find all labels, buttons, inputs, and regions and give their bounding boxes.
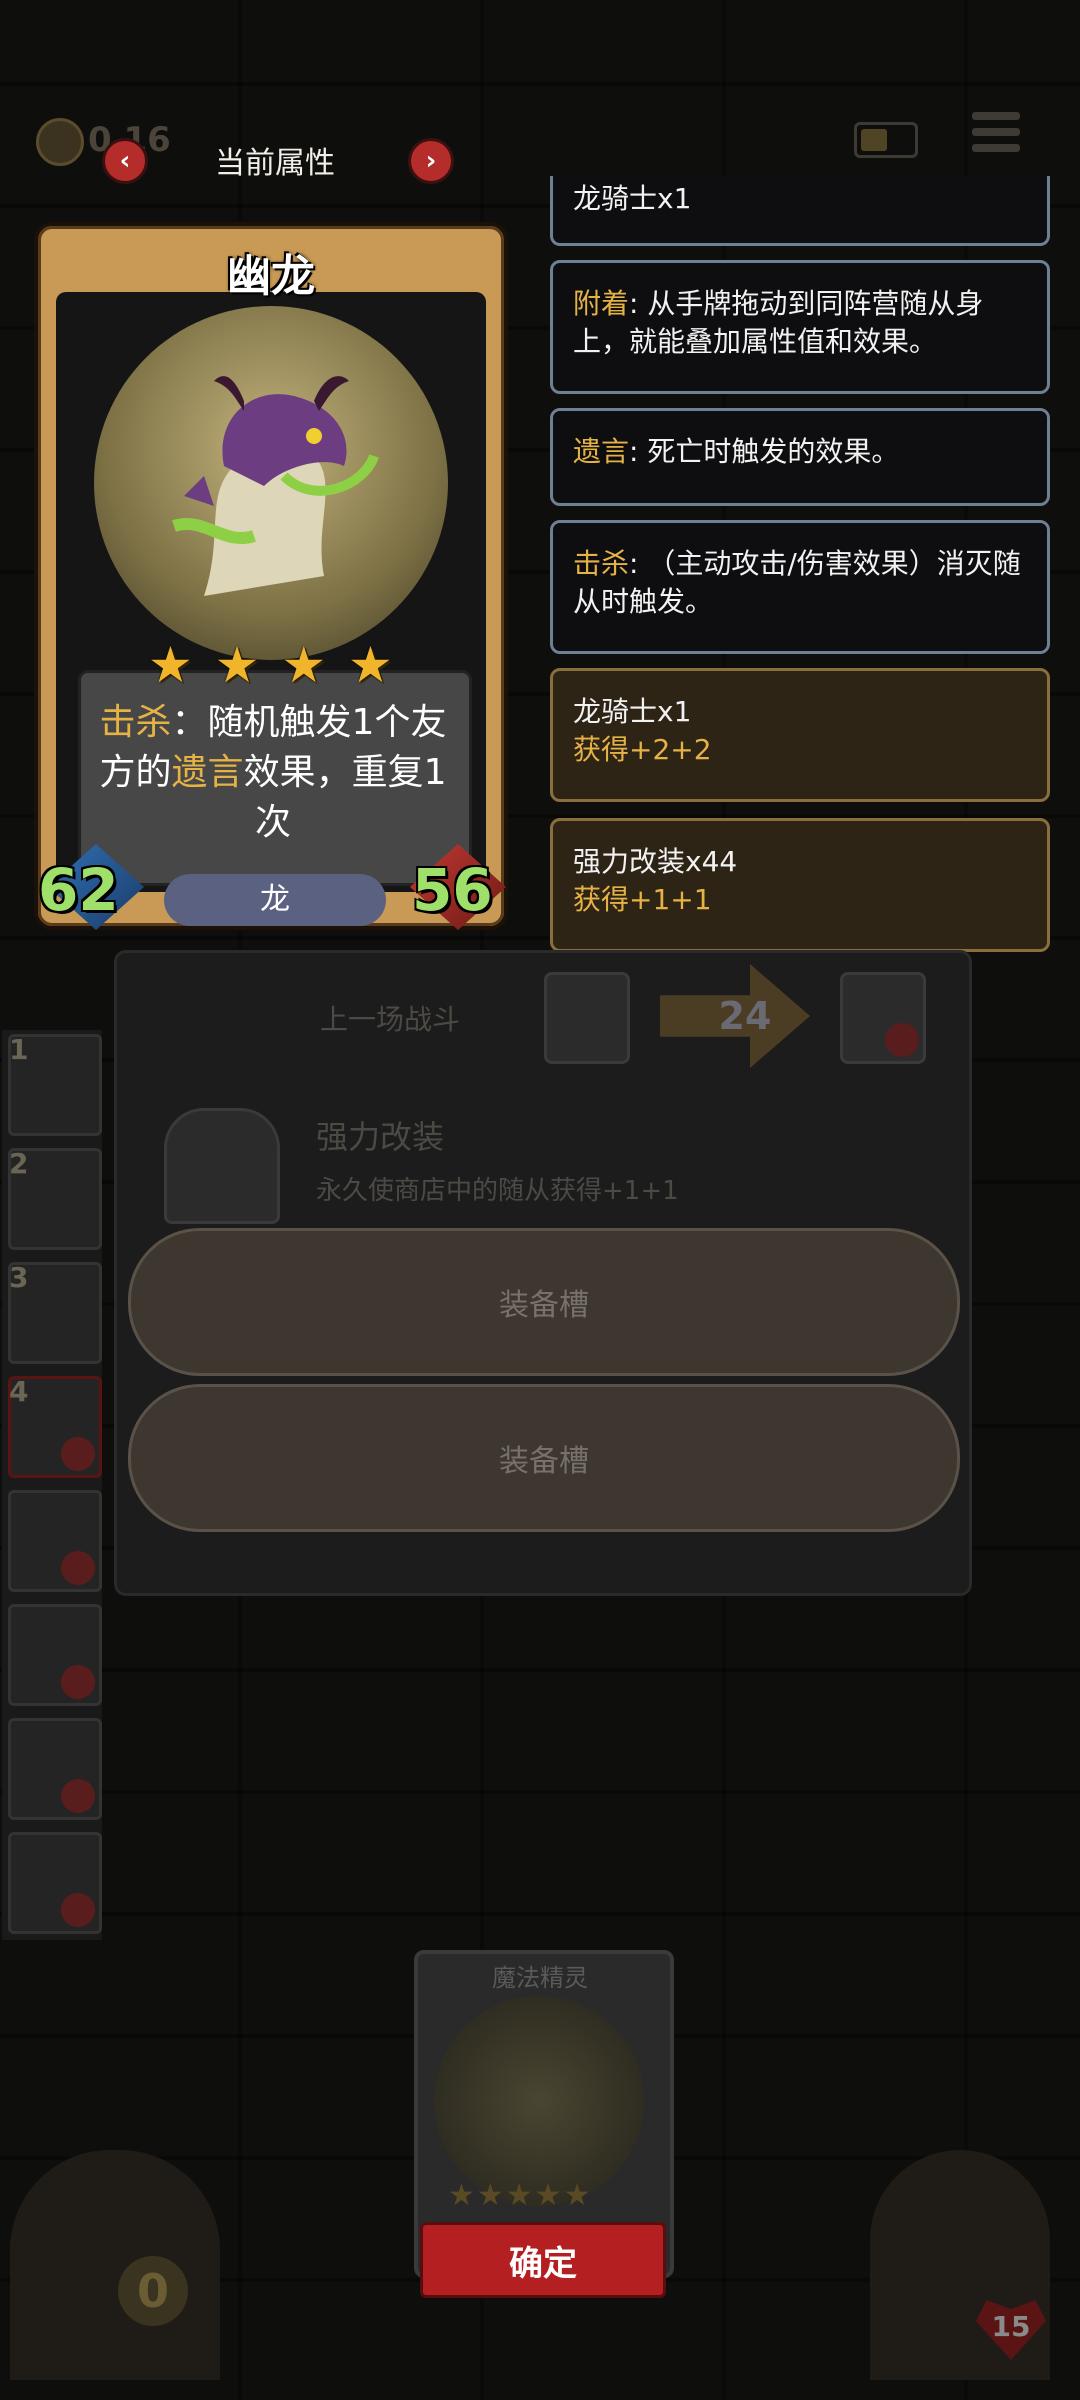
slot-number: 2 (9, 1147, 29, 1180)
keyword-lastwords: 遗言 (573, 435, 630, 468)
team-slot-4[interactable]: 4 (8, 1375, 102, 1478)
buff-gain: 获得+2+2 (573, 733, 712, 766)
equipment-slot-2[interactable]: 装备槽 (128, 1384, 960, 1532)
mod-item-icon (164, 1108, 280, 1224)
dragon-illustration-icon (172, 376, 379, 596)
team-slot-2[interactable]: 2 (8, 1147, 102, 1250)
star-icon: ★ (214, 636, 260, 694)
tribe-badge: 龙 (164, 874, 386, 926)
skull-icon (885, 1023, 919, 1057)
star-rating: ★ ★ ★ ★ (148, 640, 398, 694)
enemy-unit-icon (840, 972, 926, 1064)
keyword-kill: 击杀 (573, 547, 630, 580)
star-icon: ★ (347, 636, 393, 694)
info-panel-dragon-knight: 龙骑士x1 (550, 176, 1050, 246)
battery-icon (854, 122, 918, 158)
buff-source: 强力改装x44 (573, 845, 738, 878)
info-line: 龙骑士x1 (573, 182, 692, 215)
fairy-star-rating: ★★★★★ (448, 2178, 593, 2213)
keyword-attach: 附着 (573, 287, 630, 320)
prev-arrow-button[interactable]: ‹ (102, 138, 148, 184)
info-text: : 从手牌拖动到同阵营随从身上，就能叠加属性值和效果。 (573, 287, 984, 358)
info-panel-lastwords: 遗言: 死亡时触发的效果。 (550, 408, 1050, 506)
unit-card: 幽龙 ★ ★ ★ ★ 击杀：随机触发1个友方的遗言效果，重复1次 62 56 龙 (34, 222, 508, 930)
team-slot-7[interactable] (8, 1718, 102, 1820)
keyword-lastwords: 遗言 (171, 752, 244, 793)
menu-icon[interactable] (972, 112, 1020, 158)
info-panel-attach: 附着: 从手牌拖动到同阵营随从身上，就能叠加属性值和效果。 (550, 260, 1050, 394)
attack-value: 62 (38, 856, 119, 924)
team-slot-5[interactable] (8, 1490, 102, 1592)
skull-icon (61, 1779, 95, 1813)
star-icon: ★ (148, 636, 193, 694)
team-slot-1[interactable]: 1 (8, 1033, 102, 1136)
last-battle-label: 上一场战斗 (320, 1003, 461, 1036)
skull-icon (61, 1437, 95, 1471)
team-slot-8[interactable] (8, 1832, 102, 1934)
next-arrow-button[interactable]: › (408, 138, 454, 184)
info-text: : 死亡时触发的效果。 (629, 435, 900, 468)
keyword-kill: 击杀 (99, 702, 172, 743)
fairy-portrait (434, 1996, 644, 2206)
panel-title: 当前属性 (215, 146, 335, 181)
mod-description: 永久使商店中的随从获得+1+1 (316, 1176, 679, 1206)
buff-source: 龙骑士x1 (573, 695, 692, 728)
ability-text-2: 效果，重复1次 (243, 752, 447, 843)
confirm-button[interactable]: 确定 (420, 2222, 666, 2298)
gold-counter: 0 (118, 2256, 188, 2326)
card-ability-text: 击杀：随机触发1个友方的遗言效果，重复1次 (92, 698, 454, 848)
info-panel-kill: 击杀: （主动攻击/伤害效果）消灭随从时触发。 (550, 520, 1050, 654)
buff-panel-dragon-knight: 龙骑士x1 获得+2+2 (550, 668, 1050, 802)
health-value: 56 (412, 856, 493, 924)
skull-icon (61, 1551, 95, 1585)
skull-icon (61, 1665, 95, 1699)
buff-panel-power-mod: 强力改装x44 获得+1+1 (550, 818, 1050, 952)
fairy-card-name: 魔法精灵 (492, 1964, 588, 1992)
dragon-portrait (94, 306, 448, 660)
team-slot-3[interactable]: 3 (8, 1261, 102, 1364)
star-icon: ★ (281, 636, 327, 694)
card-name: 幽龙 (227, 251, 315, 302)
slot-number: 3 (9, 1261, 29, 1294)
slot-number: 4 (9, 1375, 29, 1408)
skull-icon (61, 1893, 95, 1927)
info-text: : （主动攻击/伤害效果）消灭随从时触发。 (573, 547, 1021, 618)
shop-door-icon (10, 2150, 220, 2380)
coin-icon (36, 118, 84, 166)
last-battle-unit-icon (544, 972, 630, 1064)
slot-number: 1 (9, 1033, 29, 1066)
damage-value: 24 (718, 994, 772, 1038)
equipment-slot-1[interactable]: 装备槽 (128, 1228, 960, 1376)
buff-gain: 获得+1+1 (573, 883, 712, 916)
mod-title: 强力改装 (316, 1118, 445, 1156)
team-slot-6[interactable] (8, 1604, 102, 1706)
